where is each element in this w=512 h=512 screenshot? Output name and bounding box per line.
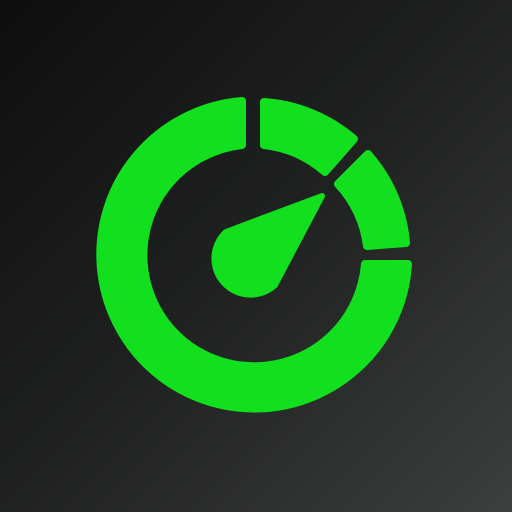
speedometer-gauge-icon xyxy=(0,0,512,512)
app-icon xyxy=(0,0,512,512)
